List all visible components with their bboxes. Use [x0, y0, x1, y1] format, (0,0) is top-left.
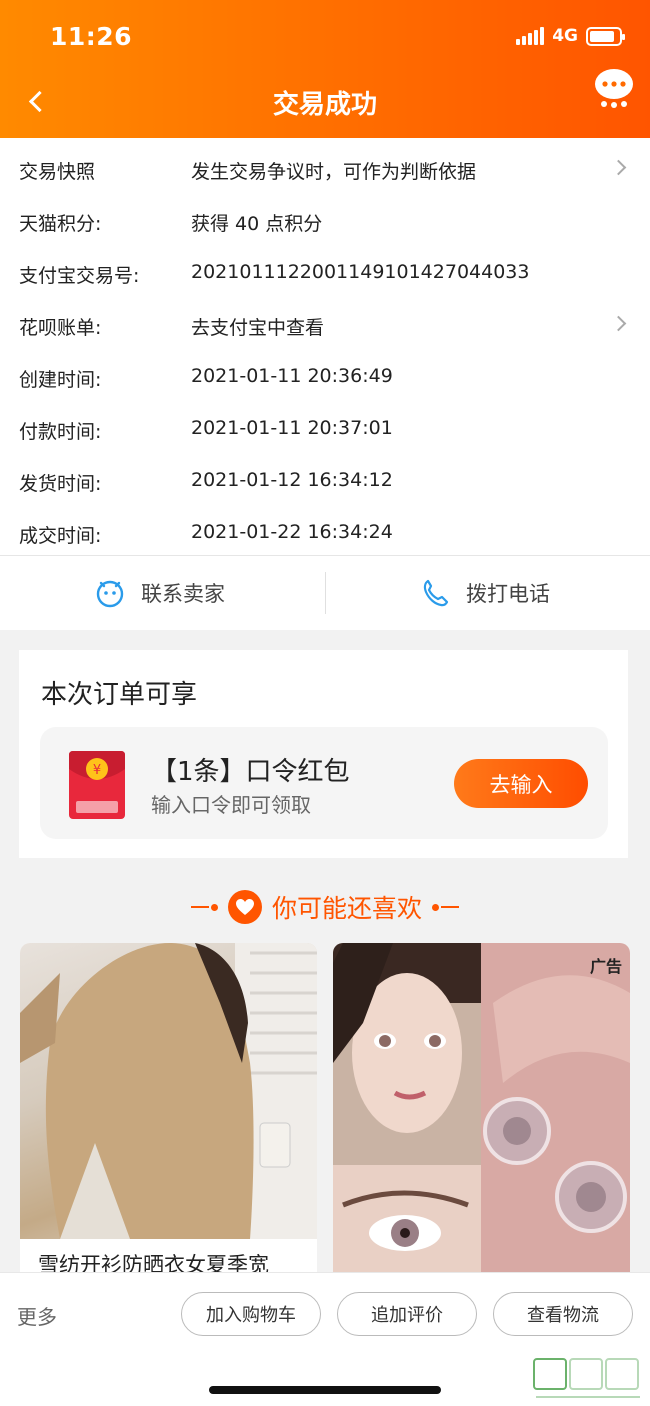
info-row-huabei[interactable]: 花呗账单: 去支付宝中查看: [0, 297, 650, 349]
info-value: 去支付宝中查看: [191, 317, 325, 339]
chevron-right-icon: [610, 315, 627, 332]
watermark-logo: [533, 1358, 640, 1398]
benefit-title: 本次订单可享: [41, 680, 198, 710]
recommend-header: 你可能还喜欢: [0, 887, 650, 927]
info-value: 2021-01-11 20:37:01: [191, 417, 393, 439]
info-value: 获得 40 点积分: [191, 213, 323, 235]
info-value: 2021011122001149101427044033: [191, 261, 530, 283]
seller-chat-icon: [96, 580, 124, 608]
contact-bar: 联系卖家 拨打电话: [0, 556, 650, 630]
contact-seller-button[interactable]: 联系卖家: [95, 556, 225, 630]
info-label: 天猫积分:: [19, 213, 102, 235]
product-card[interactable]: 雪纺开衫防晒衣女夏季宽: [20, 943, 317, 1283]
info-label: 成交时间:: [19, 525, 102, 547]
product-card-ad[interactable]: 广告: [333, 943, 630, 1283]
coupon-name: 【1条】口令红包: [151, 757, 350, 787]
info-row-shipped: 发货时间: 2021-01-12 16:34:12: [0, 453, 650, 505]
info-label: 付款时间:: [19, 421, 102, 443]
info-label: 交易快照: [19, 161, 96, 183]
bottom-action-bar: 更多 加入购物车 追加评价 查看物流: [0, 1272, 650, 1406]
heart-icon: [227, 890, 262, 924]
signal-icon: [516, 27, 545, 45]
chevron-right-icon: [610, 159, 627, 176]
home-indicator: [209, 1386, 441, 1394]
product-image: [20, 943, 317, 1239]
info-row-created: 创建时间: 2021-01-11 20:36:49: [0, 349, 650, 401]
phone-icon: [423, 579, 449, 607]
info-row-snapshot[interactable]: 交易快照 发生交易争议时，可作为判断依据: [0, 141, 650, 193]
add-review-button[interactable]: 追加评价: [337, 1292, 477, 1336]
order-info-list: 交易快照 发生交易争议时，可作为判断依据 天猫积分: 获得 40 点积分 支付宝…: [0, 138, 650, 556]
network-label: 4G: [552, 26, 578, 46]
enter-code-button[interactable]: 去输入: [454, 759, 588, 808]
view-logistics-button[interactable]: 查看物流: [493, 1292, 633, 1336]
more-button[interactable]: 更多: [17, 1301, 57, 1330]
info-value: 发生交易争议时，可作为判断依据: [191, 161, 477, 183]
divider: [325, 572, 326, 614]
status-indicators: 4G: [516, 26, 625, 46]
info-row-alipay-id: 支付宝交易号: 2021011122001149101427044033: [0, 245, 650, 297]
info-label: 发货时间:: [19, 473, 102, 495]
contact-seller-label: 联系卖家: [141, 582, 225, 606]
info-label: 创建时间:: [19, 369, 102, 391]
coupon-item[interactable]: ¥ 【1条】口令红包 输入口令即可领取 去输入: [40, 727, 608, 839]
red-packet-icon: ¥: [69, 751, 125, 819]
battery-icon: [586, 26, 625, 46]
page-title: 交易成功: [272, 90, 377, 120]
recommend-title: 你可能还喜欢: [271, 894, 422, 923]
info-row-completed: 成交时间: 2021-01-22 16:34:24: [0, 505, 650, 557]
info-value: 2021-01-12 16:34:12: [191, 469, 393, 491]
decor-dash-left: [190, 903, 218, 911]
message-icon[interactable]: [590, 64, 638, 112]
header-bar: 11:26 4G 交易成功: [0, 0, 650, 138]
svg-text:¥: ¥: [93, 763, 101, 778]
call-phone-label: 拨打电话: [466, 582, 550, 606]
status-time: 11:26: [50, 22, 133, 51]
info-value: 2021-01-11 20:36:49: [191, 365, 393, 387]
info-label: 花呗账单:: [19, 317, 102, 339]
product-image: [333, 943, 630, 1283]
decor-dash-right: [432, 903, 459, 911]
info-label: 支付宝交易号:: [19, 265, 140, 287]
call-phone-button[interactable]: 拨打电话: [420, 556, 550, 630]
info-value: 2021-01-22 16:34:24: [191, 521, 393, 543]
coupon-description: 输入口令即可领取: [151, 793, 311, 817]
info-row-points: 天猫积分: 获得 40 点积分: [0, 193, 650, 245]
add-to-cart-button[interactable]: 加入购物车: [181, 1292, 321, 1336]
info-row-paid: 付款时间: 2021-01-11 20:37:01: [0, 401, 650, 453]
ad-badge: 广告: [589, 957, 622, 976]
order-benefit-card: 本次订单可享 ¥ 【1条】口令红包 输入口令即可领取 去输入: [19, 650, 628, 858]
